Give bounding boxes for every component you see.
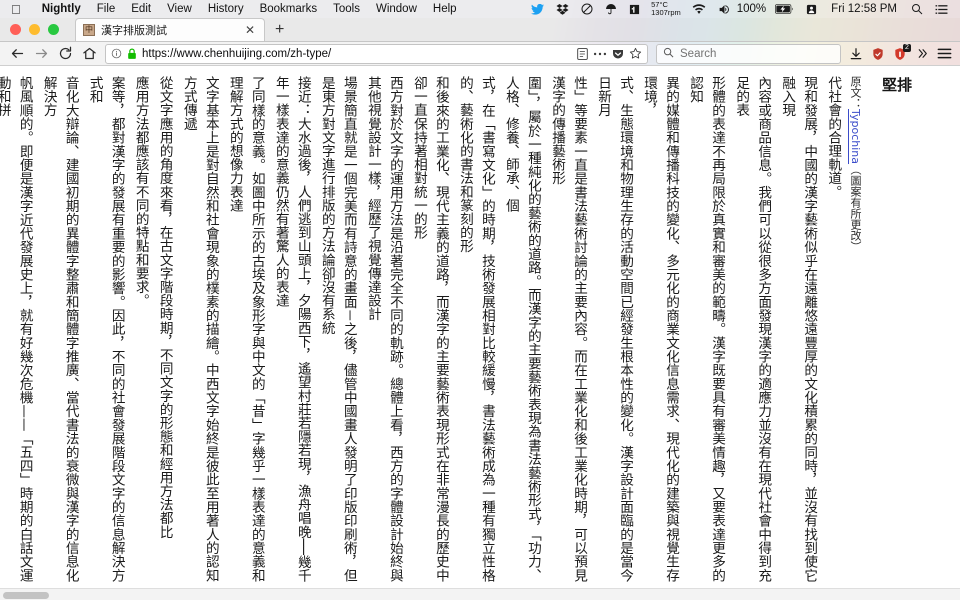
umbrella-icon[interactable] <box>599 3 623 15</box>
page-info-icon[interactable] <box>111 48 122 59</box>
paragraph: 圍」，屬於一種純化的藝術的道路。而漢字的主要藝術表現為書法藝術形式，「功力、人格… <box>502 76 541 582</box>
ublock-blocked-badge: 2 <box>903 43 911 52</box>
fan-temperature-readout[interactable]: 57°C 1307rpm <box>646 1 686 17</box>
menu-item-file[interactable]: File <box>89 0 124 18</box>
url-text: https://www.chenhuijing.com/zh-type/ <box>142 47 332 60</box>
close-window-button[interactable] <box>10 23 21 35</box>
downloads-arrow-icon[interactable] <box>845 43 867 65</box>
search-icon[interactable] <box>905 3 929 15</box>
reload-icon[interactable] <box>53 43 77 65</box>
user-account-icon[interactable] <box>800 4 823 15</box>
paragraph: 接近：大水過後，人們逃到山頭上，夕陽西下，遙望村莊若隱若現，漁舟唱晚──幾千年一… <box>272 76 311 582</box>
menu-item-help[interactable]: Help <box>425 0 465 18</box>
minimize-window-button[interactable] <box>29 23 40 35</box>
source-link[interactable]: Typochina <box>849 109 862 164</box>
source-label: 原文： <box>849 76 862 109</box>
battery-percentage[interactable]: 100% <box>737 3 769 15</box>
paragraph: 從文字應用的角度來看，在古文字階段時期，不同文字的形態和經用方法都比 <box>156 76 173 539</box>
reader-view-icon[interactable] <box>577 47 588 60</box>
page-title: 堅排 <box>882 76 913 94</box>
paragraph: 場景簡直就是一個完美而有詩意的畫面－之後，儘管中國畫人發明了印版印刷術，但是東方… <box>318 76 357 582</box>
menu-bar-clock[interactable]: Fri 12:58 PM <box>823 3 905 15</box>
close-tab-icon[interactable]: ✕ <box>243 24 257 36</box>
forward-arrow-icon[interactable] <box>29 43 53 65</box>
apple-logo-icon[interactable]:  <box>11 3 21 16</box>
menu-item-bookmarks[interactable]: Bookmarks <box>252 0 326 18</box>
ublock-origin-icon[interactable]: 2 <box>889 43 911 65</box>
paragraph: 代社會的合理軌道。 <box>825 76 842 199</box>
tab-strip: 中 漢字排版測試 ✕ + <box>0 18 960 42</box>
paragraph: 了同樣的意義。如圖中所示的古埃及象形字與中文的「昔」字幾乎一樣表達的意義和理解方… <box>226 76 265 582</box>
new-tab-button[interactable]: + <box>265 18 294 41</box>
vertical-typography-article: 堅排 原文：Typochina（圖案有所更改） 代社會的合理軌道。 現和發展，中… <box>0 66 960 588</box>
pocket-icon[interactable] <box>612 48 624 60</box>
paragraph: 文字基本上是對自然和社會現象的樸素的描繪。中西文字始終是彼此至用著人的認知方式傳… <box>180 76 219 582</box>
tracking-protection-shield-icon[interactable] <box>867 43 889 65</box>
fan-monitor-icon[interactable] <box>623 4 646 15</box>
home-icon[interactable] <box>77 43 101 65</box>
paragraph: 和後來的工業化、現代主義的道路，而漢字的主要藝術表現形式在非常漫長的歷史中卻一直… <box>410 76 449 582</box>
horizontal-scrollbar[interactable] <box>0 588 960 600</box>
notification-center-icon[interactable] <box>929 4 954 15</box>
menu-item-tools[interactable]: Tools <box>325 0 368 18</box>
dropbox-icon[interactable] <box>550 3 575 15</box>
padlock-secure-icon[interactable] <box>127 48 137 60</box>
twitter-bird-icon[interactable] <box>525 3 550 15</box>
paragraph: 異的媒體和傳播科技的變化、多元化的商業文化信息需求、現代化的建築與視覺生存環境， <box>641 76 680 582</box>
search-bar[interactable]: Search <box>656 43 841 64</box>
back-arrow-icon[interactable] <box>5 43 29 65</box>
paragraph: 內容或商品信息。我們可以從很多方面發現漢字的適應力並沒有在現代社會中得到充足的表 <box>733 76 772 582</box>
source-note: （圖案有所更改） <box>849 164 862 253</box>
paragraph: 性」等要素一直是書法藝術討論的主要內容。而在工業化和後工業化時期，可以預見漢字的… <box>549 76 588 582</box>
window-traffic-lights <box>10 17 75 41</box>
menu-item-history[interactable]: History <box>200 0 252 18</box>
overflow-chevron-icon[interactable] <box>911 43 933 65</box>
source-attribution: 原文：Typochina（圖案有所更改） <box>846 76 864 582</box>
page-viewport: 堅排 原文：Typochina（圖案有所更改） 代社會的合理軌道。 現和發展，中… <box>0 66 960 600</box>
speaker-icon[interactable] <box>712 4 737 15</box>
page-actions-ellipsis-icon[interactable] <box>593 51 607 57</box>
zoom-window-button[interactable] <box>48 23 59 35</box>
hamburger-menu-icon[interactable] <box>933 43 955 65</box>
menu-item-edit[interactable]: Edit <box>123 0 159 18</box>
paragraph: 現和發展，中國的漢字藝術似乎在遠離悠遠豐厚的文化積累的同時，並沒有找到使它融入現 <box>779 76 818 582</box>
browser-tab[interactable]: 中 漢字排版測試 ✕ <box>75 18 265 41</box>
paragraph: 帆風順的。即便是漢字近代發展史上，就有好幾次危機——「五四」時期的白話文運動和拼 <box>0 76 33 582</box>
paragraph: 形體的表達不再局限於真實和審美的範疇。漢字既要具有審美情趣，又要表達更多的認知 <box>687 76 726 582</box>
paragraph: 案等，都對漢字的發展有重要的影響。因此，不同的社會發展階段文字的信息解決方式和 <box>86 76 125 582</box>
menu-item-nightly[interactable]: Nightly <box>34 0 89 18</box>
menu-item-window[interactable]: Window <box>368 0 425 18</box>
macos-menu-bar:  Nightly File Edit View History Bookmar… <box>0 0 960 18</box>
paragraph: 應用方法都應該有不同的特點和要求。 <box>132 76 149 308</box>
firefox-nightly-window: 中 漢字排版測試 ✕ + https://www.chenhuijing.com… <box>0 18 960 600</box>
paragraph: 西方對於文字的運用方法是沿著完全不同的軌跡。總體上看，西方的字體設計始終與其他視… <box>364 76 403 582</box>
battery-charging-icon[interactable] <box>769 4 800 14</box>
no-entry-circle-icon[interactable] <box>575 3 599 15</box>
bookmark-star-icon[interactable] <box>629 47 642 60</box>
fan-speed-value: 1307rpm <box>651 8 681 17</box>
search-input[interactable]: Search <box>680 48 716 60</box>
wifi-icon[interactable] <box>686 3 712 15</box>
search-icon <box>663 47 674 61</box>
tab-title: 漢字排版測試 <box>101 24 167 37</box>
tab-favicon-icon: 中 <box>83 24 95 36</box>
paragraph: 音化大辯論、建國初期的異體字整肅和簡體字推廣、當代書法的衰微與漢字的信息化解決方 <box>40 76 79 582</box>
horizontal-scrollbar-thumb[interactable] <box>3 592 49 599</box>
url-bar[interactable]: https://www.chenhuijing.com/zh-type/ <box>105 43 648 64</box>
paragraph: 式，在「書寫文化」的時期，技術發展相對比較緩慢，書法藝術成為一種有獨立性格的、藝… <box>456 76 495 582</box>
menu-bar-tray: 57°C 1307rpm 100% Fri 12:58 PM <box>525 1 960 17</box>
menu-item-view[interactable]: View <box>159 0 200 18</box>
paragraph: 式、生態環境和物理生存的活動空間已經發生根本性的變化。漢字設計面臨的是當今日新月 <box>595 76 634 582</box>
navigation-toolbar: https://www.chenhuijing.com/zh-type/ Sea… <box>0 42 960 66</box>
